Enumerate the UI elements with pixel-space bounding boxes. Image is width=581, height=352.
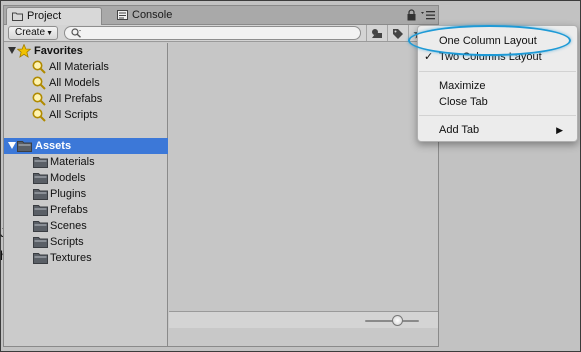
folder-icon xyxy=(33,237,48,248)
filter-by-type-icon xyxy=(372,29,382,38)
folder-item[interactable]: Materials xyxy=(4,154,168,170)
panel-menu-icon[interactable] xyxy=(421,10,435,20)
panel-context-menu: One Column Layout ✓ Two Columns Layout M… xyxy=(417,25,578,142)
tab-strip: Project Console xyxy=(4,6,438,25)
favorite-item-label: All Scripts xyxy=(49,109,98,121)
folder-item-label: Prefabs xyxy=(50,204,88,216)
folder-tree: Favorites All Materials All Models All P… xyxy=(4,43,168,346)
saved-search-icon xyxy=(32,60,46,74)
folder-item[interactable]: Scenes xyxy=(4,218,168,234)
project-panel: Project Console Create ▼ Favorites All M… xyxy=(3,5,439,347)
favorite-item-label: All Models xyxy=(49,77,100,89)
menu-item-label: Add Tab xyxy=(439,124,480,136)
menu-item-label: Two Columns Layout xyxy=(439,51,542,63)
expand-triangle-icon[interactable] xyxy=(8,47,16,54)
folder-item-label: Models xyxy=(50,172,86,184)
assets-title: Assets xyxy=(35,140,72,152)
assets-header[interactable]: Assets xyxy=(4,138,168,154)
expand-triangle-icon[interactable] xyxy=(8,142,16,149)
filter-by-label-icon xyxy=(393,29,403,39)
menu-item-label: Close Tab xyxy=(439,96,488,108)
status-bar xyxy=(169,311,438,328)
folder-item-label: Textures xyxy=(50,252,92,264)
lock-icon[interactable] xyxy=(407,9,416,21)
filter-by-type-button[interactable] xyxy=(366,25,386,41)
submenu-arrow-icon: ▶ xyxy=(556,125,563,135)
folder-icon xyxy=(33,189,48,200)
favorites-title: Favorites xyxy=(34,45,83,57)
favorite-item[interactable]: All Scripts xyxy=(4,107,168,123)
menu-separator xyxy=(419,115,576,116)
tab-project[interactable]: Project xyxy=(6,7,102,25)
folder-icon xyxy=(33,221,48,232)
filter-by-label-button[interactable] xyxy=(387,25,407,41)
favorite-item-label: All Prefabs xyxy=(49,93,103,105)
tab-project-label: Project xyxy=(27,10,62,22)
folder-item-label: Materials xyxy=(50,156,95,168)
menu-separator xyxy=(419,71,576,72)
folder-item[interactable]: Prefabs xyxy=(4,202,168,218)
toolbar: Create ▼ xyxy=(4,25,438,42)
search-input[interactable] xyxy=(64,26,361,40)
saved-search-icon xyxy=(32,76,46,90)
folder-icon xyxy=(33,157,48,168)
saved-search-icon xyxy=(32,108,46,122)
folder-icon xyxy=(12,12,23,21)
search-icon xyxy=(71,28,81,38)
tab-console-label: Console xyxy=(132,9,173,21)
tab-console[interactable]: Console xyxy=(112,7,202,25)
folder-item[interactable]: Textures xyxy=(4,250,168,266)
menu-item-close-tab[interactable]: Close Tab xyxy=(418,94,577,110)
saved-search-icon xyxy=(32,92,46,106)
favorite-item[interactable]: All Prefabs xyxy=(4,91,168,107)
favorite-item[interactable]: All Materials xyxy=(4,59,168,75)
dropdown-arrow-icon: ▼ xyxy=(46,30,53,37)
zoom-slider-thumb[interactable] xyxy=(391,315,403,326)
star-icon xyxy=(17,44,31,58)
folder-icon xyxy=(33,205,48,216)
folder-icon xyxy=(33,253,48,264)
favorite-item-label: All Materials xyxy=(49,61,109,73)
folder-item[interactable]: Plugins xyxy=(4,186,168,202)
checkmark-icon: ✓ xyxy=(424,51,434,63)
menu-item-one-column-layout[interactable]: One Column Layout xyxy=(418,33,577,49)
menu-item-label: Maximize xyxy=(439,80,486,92)
folder-item-label: Plugins xyxy=(50,188,87,200)
folder-item-label: Scenes xyxy=(50,220,87,232)
folder-icon xyxy=(33,173,48,184)
asset-content-area[interactable] xyxy=(169,43,438,311)
create-button[interactable]: Create ▼ xyxy=(8,26,58,40)
create-button-label: Create xyxy=(15,27,46,38)
folder-item-label: Scripts xyxy=(50,236,84,248)
folder-item[interactable]: Models xyxy=(4,170,168,186)
menu-item-add-tab[interactable]: Add Tab ▶ xyxy=(418,122,577,138)
folder-icon xyxy=(17,141,32,152)
menu-item-two-columns-layout[interactable]: ✓ Two Columns Layout xyxy=(418,49,577,65)
folder-item[interactable]: Scripts xyxy=(4,234,168,250)
favorite-item[interactable]: All Models xyxy=(4,75,168,91)
console-icon xyxy=(117,10,128,20)
menu-item-maximize[interactable]: Maximize xyxy=(418,78,577,94)
menu-item-label: One Column Layout xyxy=(439,35,537,47)
